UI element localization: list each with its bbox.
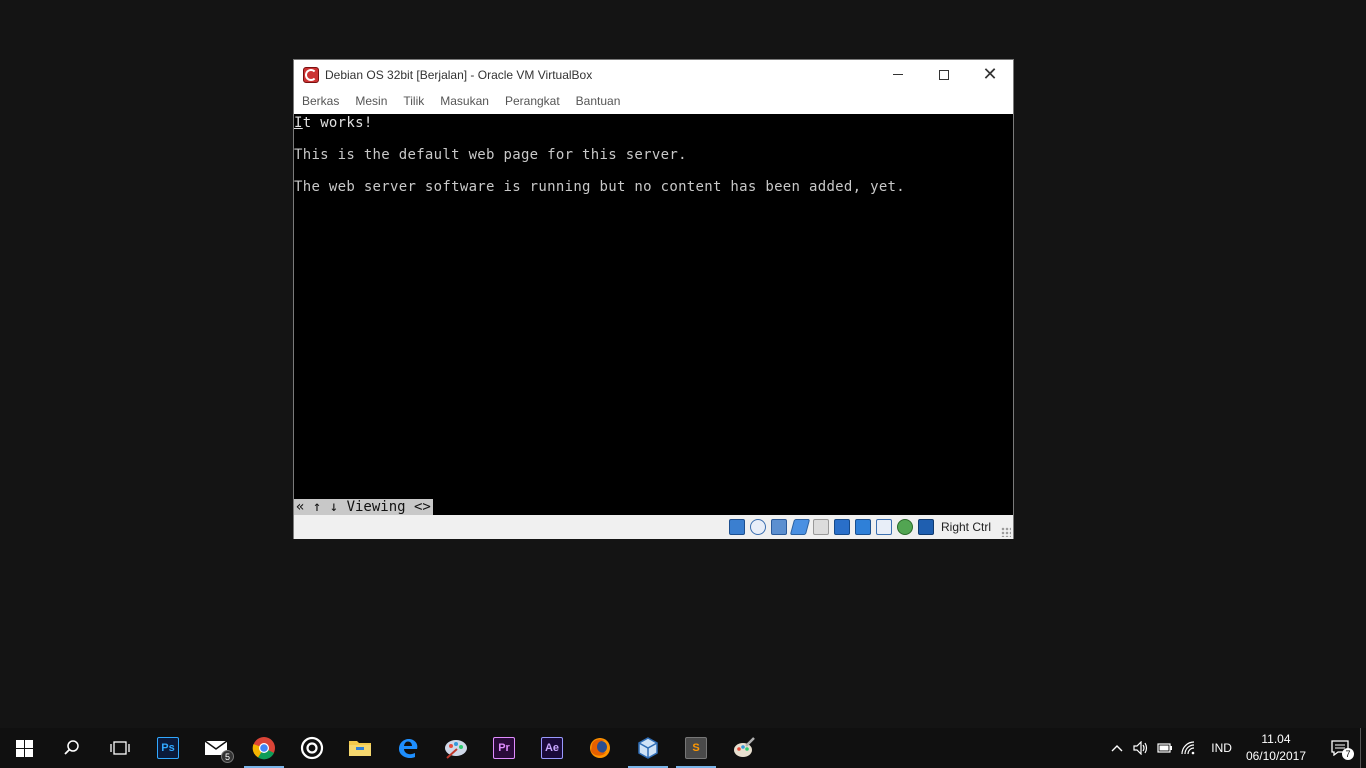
battery-button[interactable] xyxy=(1153,728,1177,768)
title-bar[interactable]: Debian OS 32bit [Berjalan] - Oracle VM V… xyxy=(294,60,1013,89)
taskbar-sublime-text[interactable]: S xyxy=(672,728,720,768)
show-hidden-icons-button[interactable] xyxy=(1105,728,1129,768)
network-button[interactable] xyxy=(1177,728,1201,768)
photoshop-icon: Ps xyxy=(157,737,179,759)
vm-status-bar: Right Ctrl xyxy=(294,515,1013,539)
show-desktop-button[interactable] xyxy=(1360,728,1366,768)
premiere-icon: Pr xyxy=(493,737,515,759)
keyboard-capture-icon[interactable] xyxy=(917,519,934,535)
console-line-heading: It works! xyxy=(294,115,373,131)
battery-icon xyxy=(1157,743,1173,753)
text-cursor: I xyxy=(294,115,303,131)
guest-additions-icon[interactable] xyxy=(896,519,913,535)
task-view-icon xyxy=(110,741,130,755)
taskbar-premiere[interactable]: Pr xyxy=(480,728,528,768)
taskbar-photoshop[interactable]: Ps xyxy=(144,728,192,768)
system-tray: IND 11.04 06/10/2017 7 xyxy=(1105,728,1366,768)
speaker-icon xyxy=(1133,741,1148,755)
action-center-button[interactable]: 7 xyxy=(1320,728,1360,768)
taskbar-file-explorer[interactable] xyxy=(336,728,384,768)
virtualbox-app-icon xyxy=(303,66,319,83)
taskbar-paint-net[interactable] xyxy=(720,728,768,768)
taskbar-after-effects[interactable]: Ae xyxy=(528,728,576,768)
notification-count-badge: 7 xyxy=(1342,748,1354,760)
groove-music-icon xyxy=(300,736,324,760)
start-button[interactable] xyxy=(0,728,48,768)
palette-icon xyxy=(734,737,755,757)
display-icon[interactable] xyxy=(854,519,871,535)
virtualbox-icon xyxy=(638,737,658,759)
console-line-default-page: This is the default web page for this se… xyxy=(294,147,687,163)
input-language-indicator[interactable]: IND xyxy=(1211,741,1232,755)
vm-console-screen[interactable]: It works! This is the default web page f… xyxy=(294,114,1013,515)
menu-perangkat[interactable]: Perangkat xyxy=(505,94,560,108)
close-button[interactable]: ✕ xyxy=(967,60,1013,89)
taskbar-chrome[interactable] xyxy=(240,728,288,768)
menu-mesin[interactable]: Mesin xyxy=(355,94,387,108)
menu-masukan[interactable]: Masukan xyxy=(440,94,489,108)
firefox-icon xyxy=(590,738,610,758)
window-title: Debian OS 32bit [Berjalan] - Oracle VM V… xyxy=(325,67,593,82)
volume-button[interactable] xyxy=(1129,728,1153,768)
clock-time: 11.04 xyxy=(1261,732,1291,746)
windows-logo-icon xyxy=(15,739,33,757)
menu-bantuan[interactable]: Bantuan xyxy=(576,94,621,108)
hard-disk-icon[interactable] xyxy=(728,519,745,535)
optical-drive-icon[interactable] xyxy=(749,519,766,535)
search-button[interactable] xyxy=(48,728,96,768)
audio-icon[interactable] xyxy=(770,519,787,535)
browser-status-line: « ↑ ↓ Viewing <> xyxy=(294,499,433,515)
taskbar-virtualbox[interactable] xyxy=(624,728,672,768)
taskbar-firefox[interactable] xyxy=(576,728,624,768)
console-line-no-content: The web server software is running but n… xyxy=(294,179,906,195)
console-line-heading-text: t works! xyxy=(302,115,373,131)
resize-grip-icon[interactable] xyxy=(1001,527,1011,537)
folder-icon xyxy=(349,741,371,756)
taskbar-mail[interactable]: 5 xyxy=(192,728,240,768)
host-key-label: Right Ctrl xyxy=(940,520,991,534)
menu-tilik[interactable]: Tilik xyxy=(403,94,424,108)
mail-badge: 5 xyxy=(221,750,234,763)
maximize-button[interactable] xyxy=(921,60,967,89)
clock-date: 06/10/2017 xyxy=(1245,749,1306,763)
usb-icon[interactable] xyxy=(812,519,829,535)
virtualbox-window[interactable]: Debian OS 32bit [Berjalan] - Oracle VM V… xyxy=(293,59,1014,539)
chevron-up-icon xyxy=(1111,745,1123,752)
network-icon[interactable] xyxy=(789,519,811,535)
taskbar-groove[interactable] xyxy=(288,728,336,768)
taskbar-edge[interactable] xyxy=(384,728,432,768)
taskbar-paint-app[interactable] xyxy=(432,728,480,768)
edge-icon xyxy=(399,739,418,759)
paint-app-icon xyxy=(445,740,467,759)
close-icon: ✕ xyxy=(982,64,998,84)
minimize-icon xyxy=(893,74,903,75)
sublime-text-icon: S xyxy=(685,737,707,759)
taskbar: Ps 5 Pr Ae S IND 11.04 06/10/2017 7 xyxy=(0,728,1366,768)
menu-berkas[interactable]: Berkas xyxy=(302,94,339,108)
search-icon xyxy=(64,740,79,755)
chrome-icon xyxy=(252,737,275,760)
video-capture-icon[interactable] xyxy=(875,519,892,535)
task-view-button[interactable] xyxy=(96,728,144,768)
minimize-button[interactable] xyxy=(875,60,921,89)
after-effects-icon: Ae xyxy=(541,737,563,759)
clock[interactable]: 11.04 06/10/2017 xyxy=(1246,731,1306,765)
menu-bar: Berkas Mesin Tilik Masukan Perangkat Ban… xyxy=(294,89,1013,113)
shared-folders-icon[interactable] xyxy=(833,519,850,535)
maximize-icon xyxy=(939,69,949,80)
wifi-icon xyxy=(1181,741,1195,755)
